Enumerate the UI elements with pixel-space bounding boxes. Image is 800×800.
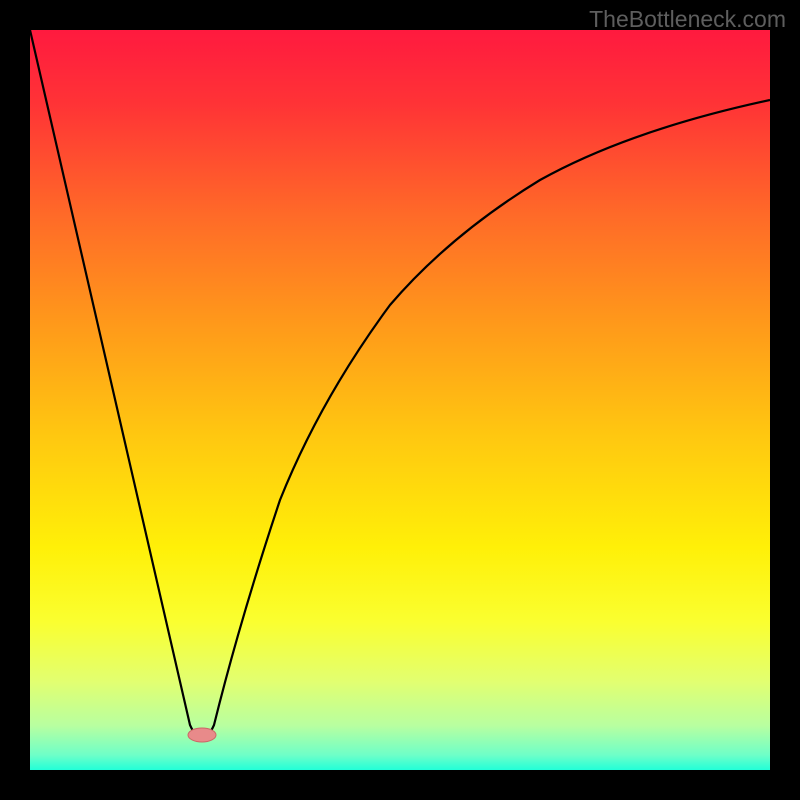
watermark: TheBottleneck.com [589,6,786,33]
optimal-point-marker [188,728,216,742]
chart-container: TheBottleneck.com [0,0,800,800]
bottleneck-chart [0,0,800,800]
plot-background [30,30,770,770]
